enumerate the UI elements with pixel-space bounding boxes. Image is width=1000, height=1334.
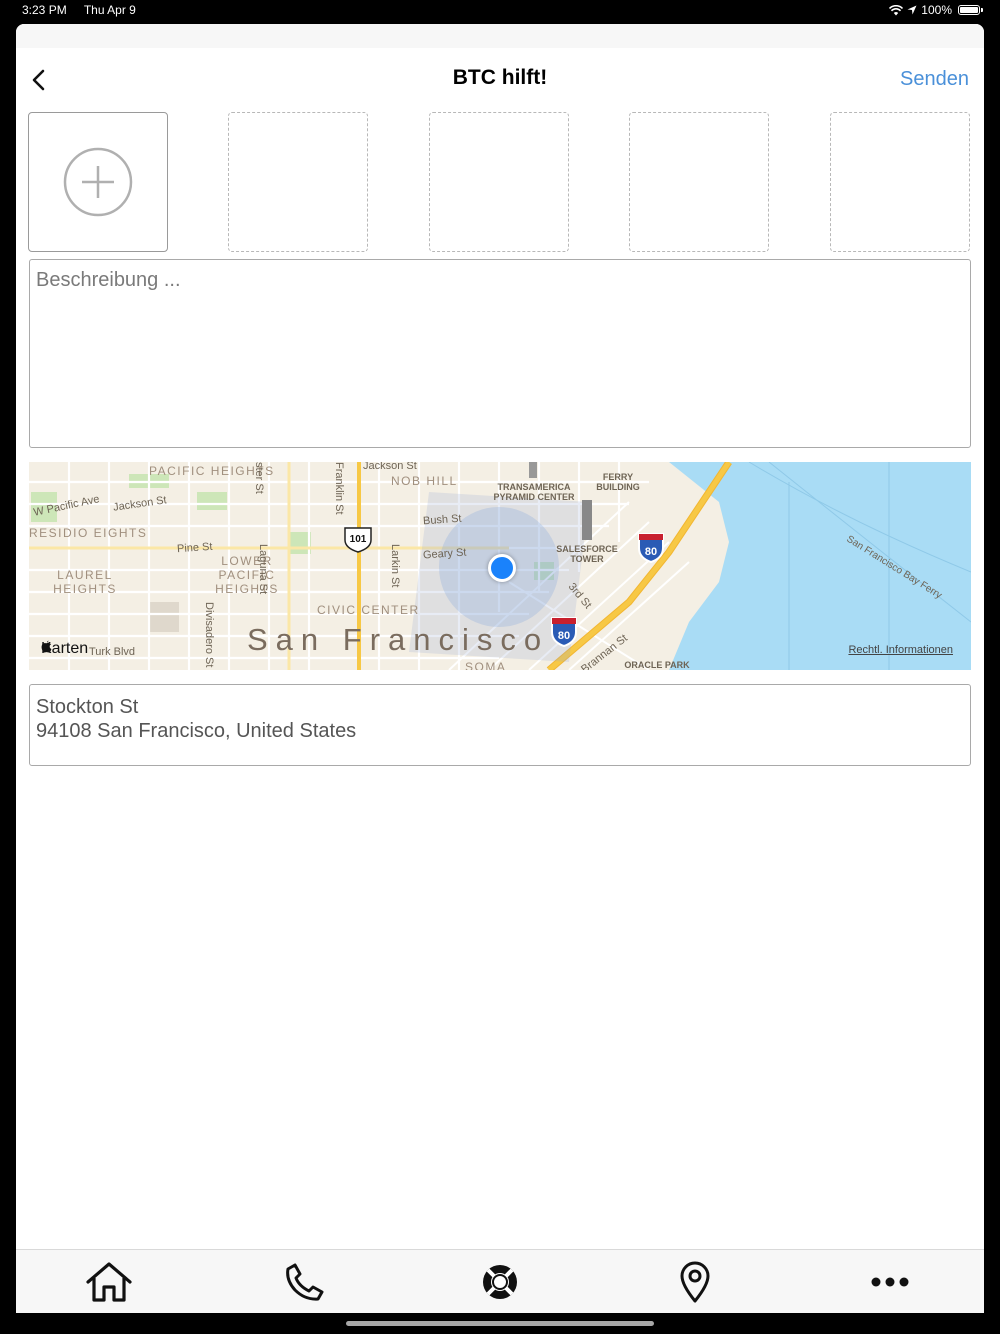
map-label-civic-center: CIVIC CENTER xyxy=(317,603,420,617)
plus-circle-icon xyxy=(63,147,133,217)
address-line-1: Stockton St xyxy=(36,696,139,718)
add-photo-button[interactable] xyxy=(28,112,168,252)
photo-slot-empty[interactable] xyxy=(629,112,769,252)
street-label: Franklin St xyxy=(333,462,345,515)
svg-text:80: 80 xyxy=(558,630,570,642)
battery-percent: 100% xyxy=(921,3,952,17)
tab-location[interactable] xyxy=(670,1260,720,1304)
street-label: Divisadero St xyxy=(203,602,215,668)
status-date: Thu Apr 9 xyxy=(83,3,136,17)
street-label: ster St xyxy=(253,462,265,494)
tab-bar xyxy=(16,1249,984,1313)
phone-icon xyxy=(286,1263,324,1301)
more-icon xyxy=(871,1277,909,1287)
svg-text:101: 101 xyxy=(350,534,367,545)
tab-help[interactable] xyxy=(475,1260,525,1304)
home-indicator[interactable] xyxy=(346,1321,654,1326)
top-strip xyxy=(16,24,984,48)
map-label-soma: SOMA xyxy=(465,660,507,670)
map-label-laurel-heights: LAUREL HEIGHTS xyxy=(53,568,117,596)
map-label-lower-pacific-heights: LOWER PACIFIC HEIGHTS xyxy=(215,554,279,596)
address-field[interactable]: Stockton St 94108 San Francisco, United … xyxy=(29,684,971,766)
send-button[interactable]: Senden xyxy=(900,68,969,91)
street-label: Larkin St xyxy=(389,544,401,588)
poi-oracle-park: ORACLE PARK xyxy=(624,660,690,670)
poi-salesforce-tower: SALESFORCE TOWER xyxy=(556,544,618,564)
poi-ferry-building: FERRY BUILDING xyxy=(596,472,640,492)
page-title: BTC hilft! xyxy=(452,66,548,89)
legal-info-link[interactable]: Rechtl. Informationen xyxy=(848,644,953,656)
map-pin-icon xyxy=(680,1261,710,1303)
app-window: BTC hilft! Senden Beschreibung ... 80 80… xyxy=(16,24,984,1313)
photo-slot-empty[interactable] xyxy=(429,112,569,252)
apple-icon xyxy=(41,640,52,653)
tab-phone[interactable] xyxy=(280,1260,330,1304)
location-arrow-icon xyxy=(907,5,917,15)
map-label-nob-hill: NOB HILL xyxy=(391,474,458,488)
map-city-label: San Francisco xyxy=(247,622,550,657)
photo-slot-empty[interactable] xyxy=(228,112,368,252)
battery-icon xyxy=(958,5,983,15)
street-label: Turk Blvd xyxy=(89,646,136,658)
lifebuoy-icon xyxy=(483,1265,517,1299)
photo-slot-empty[interactable] xyxy=(830,112,970,252)
tab-home[interactable] xyxy=(84,1260,134,1304)
status-time: 3:23 PM xyxy=(22,3,67,17)
address-line-2: 94108 San Francisco, United States xyxy=(36,720,357,742)
street-label: Laguna St xyxy=(257,544,269,595)
svg-text:80: 80 xyxy=(645,546,657,558)
map-view[interactable]: 80 80 101 PACIFIC HEIGHTS NOB HILL RESID… xyxy=(29,462,971,670)
maps-attribution: Karten xyxy=(41,640,88,658)
status-bar: 3:23 PM Thu Apr 9 100% xyxy=(0,0,1000,22)
map-label-presidio-heights: RESIDIO EIGHTS xyxy=(29,526,148,540)
street-label: Pine St xyxy=(176,540,213,556)
current-location-dot xyxy=(488,554,516,582)
description-input[interactable] xyxy=(29,259,971,448)
home-icon xyxy=(86,1262,132,1302)
poi-transamerica: TRANSAMERICA PYRAMID CENTER xyxy=(493,482,575,502)
wifi-icon xyxy=(889,4,904,15)
street-label: Jackson St xyxy=(363,462,417,472)
tab-more[interactable] xyxy=(865,1260,915,1304)
